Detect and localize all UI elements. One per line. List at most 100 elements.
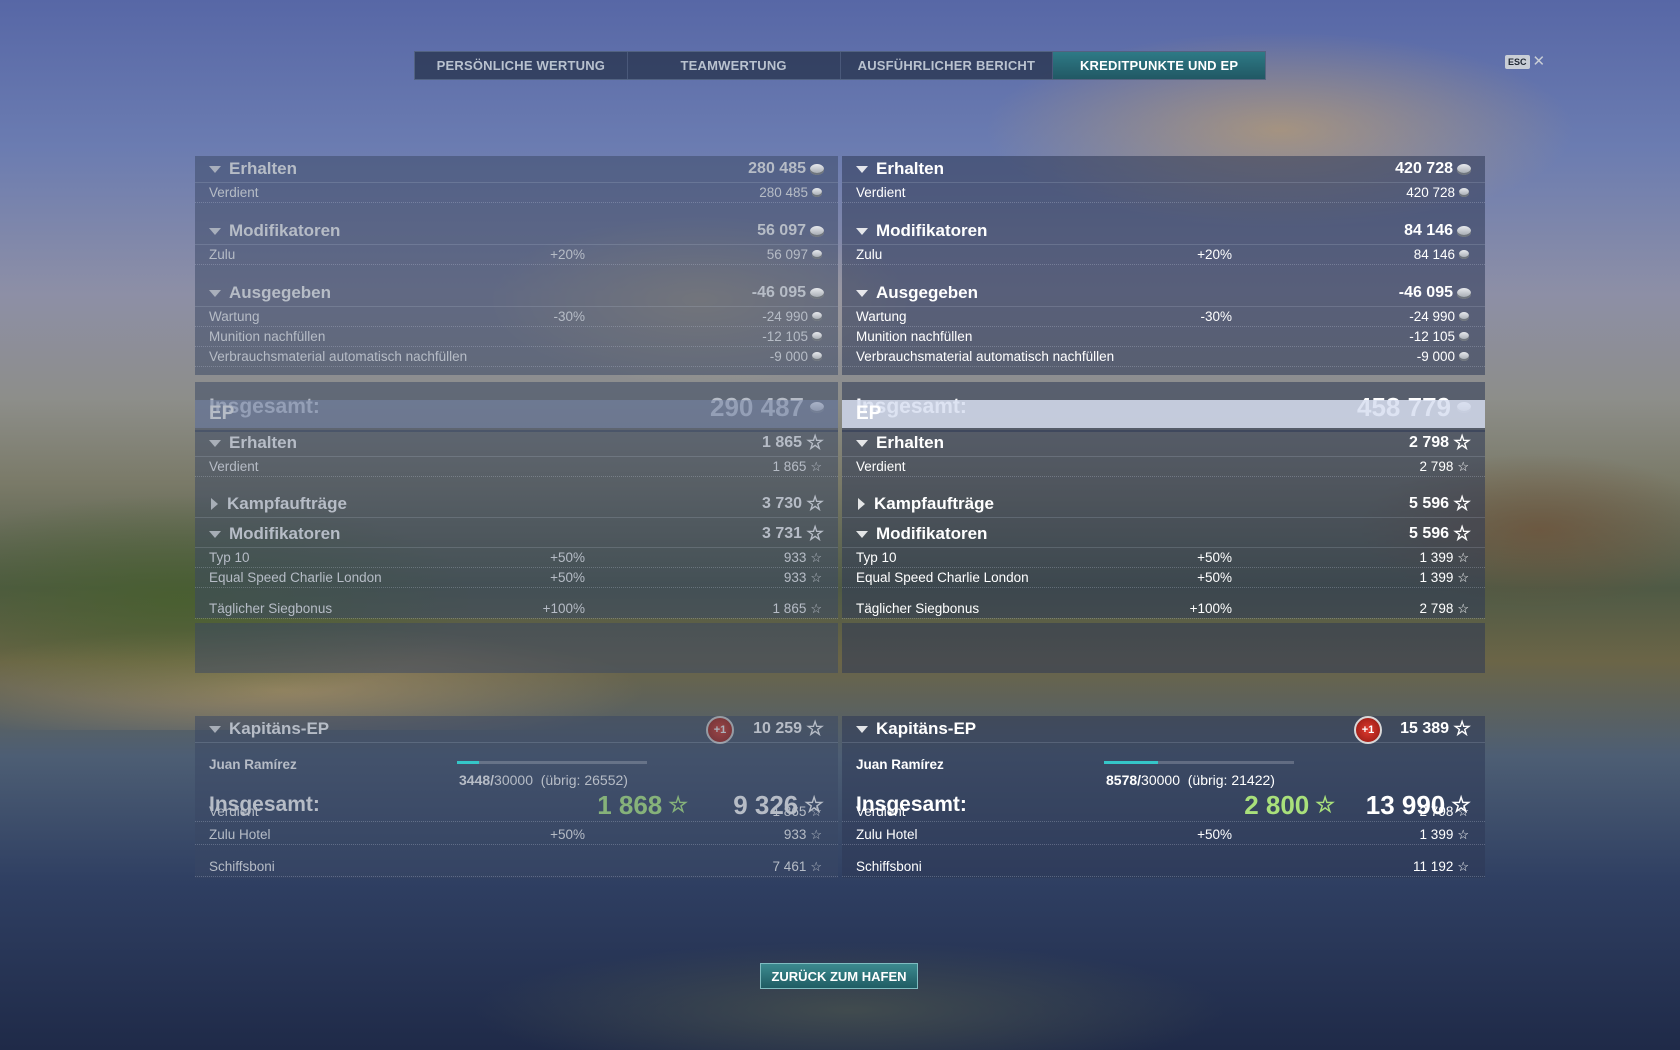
row-modifikatoren[interactable]: Modifikatoren 84 146 (842, 218, 1485, 245)
row-value: 7 461 ☆ (772, 859, 822, 874)
row-label: Täglicher Siegbonus (856, 601, 980, 616)
tab-ausfuehrlicher-bericht[interactable]: AUSFÜHRLICHER BERICHT (841, 52, 1054, 79)
row-erhalten[interactable]: Erhalten 2 798 ☆ (842, 430, 1485, 457)
row-label: Schiffsboni (856, 859, 922, 874)
credits-icon (812, 312, 822, 321)
star-icon: ☆ (1457, 550, 1469, 565)
star-icon: ☆ (1451, 792, 1471, 817)
row-kapitaens_ep[interactable]: Kapitäns-EP 15 389 ☆ (842, 716, 1485, 743)
row-zulu: Zulu +20% 84 146 (842, 245, 1485, 265)
star-icon: ☆ (806, 718, 824, 740)
row-wartung: Wartung -30% -24 990 (195, 307, 838, 327)
chevron-down-icon (209, 227, 221, 235)
row-value: 2 798 ☆ (1419, 459, 1469, 474)
chevron-down-icon (209, 165, 221, 173)
chevron-down-icon (856, 165, 868, 173)
row-label: Kapitäns-EP (876, 719, 977, 738)
row-label: Erhalten (229, 159, 298, 178)
captain-name: Juan Ramírez (856, 757, 944, 772)
row-erhalten[interactable]: Erhalten 1 865 ☆ (195, 430, 838, 457)
credits-icon (1459, 312, 1469, 321)
modifier-percent: +20% (1197, 247, 1232, 262)
ep-total-label: Insgesamt: (856, 793, 967, 816)
row-value: 1 399 ☆ (1419, 570, 1469, 585)
row-erhalten[interactable]: Erhalten 420 728 (842, 156, 1485, 183)
captain-progress-bar (457, 761, 647, 764)
row-value: 15 389 ☆ (1400, 718, 1471, 740)
back-to-port-button[interactable]: ZURÜCK ZUM HAFEN (760, 963, 918, 989)
row-label: Zulu (209, 247, 236, 262)
ep-title: EP (209, 403, 235, 424)
row-label: Verdient (209, 185, 259, 200)
modifier-percent: -30% (553, 309, 585, 324)
row-value: 933 ☆ (783, 827, 822, 842)
row-schiffsboni: Schiffsboni 7 461 ☆ (195, 857, 838, 877)
row-label: Munition nachfüllen (209, 329, 326, 344)
row-label: Schiffsboni (209, 859, 275, 874)
ep-total-value: 9 326 ☆ (733, 789, 824, 820)
row-label: Typ 10 (209, 550, 250, 565)
row-ausgegeben[interactable]: Ausgegeben -46 095 (842, 280, 1485, 307)
row-verbrauch: Verbrauchsmaterial automatisch nachfülle… (842, 347, 1485, 367)
tab-kreditpunkte-und-ep[interactable]: KREDITPUNKTE UND EP (1053, 52, 1265, 79)
ep-title-bar: EP (842, 400, 1485, 428)
row-label: Verdient (856, 459, 906, 474)
credits-icon (812, 250, 822, 259)
credits-icon (1457, 287, 1471, 299)
credits-icon (1459, 332, 1469, 341)
row-kampfauftraege[interactable]: Kampfaufträge 3 730 ☆ (195, 491, 838, 518)
row-munition: Munition nachfüllen -12 105 (842, 327, 1485, 347)
star-icon: ☆ (806, 523, 824, 545)
tab-bar: PERSÖNLICHE WERTUNG TEAMWERTUNG AUSFÜHRL… (414, 51, 1266, 80)
row-modifikatoren[interactable]: Modifikatoren 56 097 (195, 218, 838, 245)
row-erhalten[interactable]: Erhalten 280 485 (195, 156, 838, 183)
row-zulu: Zulu +20% 56 097 (195, 245, 838, 265)
modifier-percent: +50% (550, 570, 585, 585)
star-icon: ☆ (1457, 601, 1469, 616)
row-verdient: Verdient 280 485 (195, 183, 838, 203)
row-verdient: Verdient 2 798 ☆ (842, 457, 1485, 477)
row-modifikatoren[interactable]: Modifikatoren 5 596 ☆ (842, 521, 1485, 548)
captain-progress-fill (457, 761, 479, 764)
modifier-percent: +100% (1189, 601, 1232, 616)
row-label: Equal Speed Charlie London (209, 570, 382, 585)
star-icon: ☆ (806, 432, 824, 454)
credits-icon (810, 163, 824, 175)
row-value: -9 000 (770, 349, 822, 364)
row-label: Verdient (209, 459, 259, 474)
star-icon: ☆ (1315, 792, 1335, 817)
row-verbrauch: Verbrauchsmaterial automatisch nachfülle… (195, 347, 838, 367)
row-typ10: Typ 10 +50% 933 ☆ (195, 548, 838, 568)
tab-persoenliche-wertung[interactable]: PERSÖNLICHE WERTUNG (415, 52, 628, 79)
captain-progress-text: 3448/30000 (übrig: 26552) (459, 772, 628, 788)
captain-progress-text: 8578/30000 (übrig: 21422) (1106, 772, 1275, 788)
star-icon: ☆ (1453, 493, 1471, 515)
modifier-percent: -30% (1200, 309, 1232, 324)
row-label: Kapitäns-EP (229, 719, 330, 738)
close-button[interactable]: ESC ✕ (1505, 53, 1546, 70)
chevron-down-icon (209, 725, 221, 733)
row-label: Kampfaufträge (874, 494, 994, 513)
close-icon: ✕ (1532, 53, 1546, 70)
row-label: Täglicher Siegbonus (209, 601, 333, 616)
modifier-percent: +50% (550, 550, 585, 565)
row-value: 1 399 ☆ (1419, 550, 1469, 565)
row-value: 420 728 (1395, 160, 1471, 178)
captain-progress-bar (1104, 761, 1294, 764)
chevron-down-icon (209, 530, 221, 538)
tab-teamwertung[interactable]: TEAMWERTUNG (628, 52, 841, 79)
row-value: -46 095 (752, 284, 824, 302)
chevron-down-icon (209, 289, 221, 297)
row-modifikatoren[interactable]: Modifikatoren 3 731 ☆ (195, 521, 838, 548)
row-label: Erhalten (876, 433, 945, 452)
row-escl: Equal Speed Charlie London +50% 933 ☆ (195, 568, 838, 588)
row-value: 3 731 ☆ (762, 523, 824, 545)
modifier-percent: +50% (1197, 550, 1232, 565)
ep-total-section (842, 623, 1485, 673)
modifier-percent: +50% (1197, 827, 1232, 842)
row-ausgegeben[interactable]: Ausgegeben -46 095 (195, 280, 838, 307)
star-icon: ☆ (1457, 827, 1469, 842)
star-icon: ☆ (810, 459, 822, 474)
row-kapitaens_ep[interactable]: Kapitäns-EP 10 259 ☆ (195, 716, 838, 743)
row-kampfauftraege[interactable]: Kampfaufträge 5 596 ☆ (842, 491, 1485, 518)
